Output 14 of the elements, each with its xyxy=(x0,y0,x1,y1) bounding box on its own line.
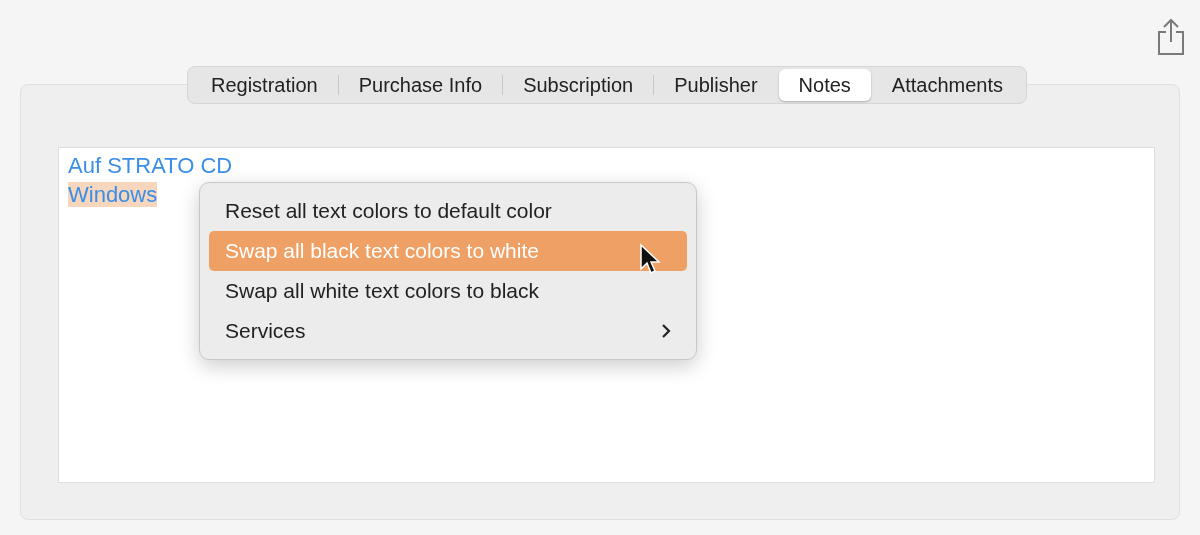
tab[interactable]: Purchase Info xyxy=(338,69,503,101)
tab[interactable]: Subscription xyxy=(503,69,654,101)
notes-text-area[interactable]: Auf STRATO CD Windows Reset all text colors to default color Swap all black text colors to white Swap all white text colors to black Services xyxy=(58,147,1155,483)
note-line: Auf STRATO CD xyxy=(68,153,233,178)
menu-item[interactable]: Reset all text colors to default color xyxy=(209,191,687,231)
tab[interactable]: Notes xyxy=(778,69,871,101)
menu-item[interactable]: Swap all white text colors to black xyxy=(209,271,687,311)
menu-item[interactable]: Services xyxy=(209,311,687,351)
share-icon[interactable] xyxy=(1156,18,1186,56)
tab[interactable]: Registration xyxy=(191,69,338,101)
tab[interactable]: Publisher xyxy=(654,69,778,101)
tab[interactable]: Attachments xyxy=(871,69,1023,101)
chevron-right-icon xyxy=(661,323,671,339)
mouse-pointer-icon xyxy=(639,243,661,275)
